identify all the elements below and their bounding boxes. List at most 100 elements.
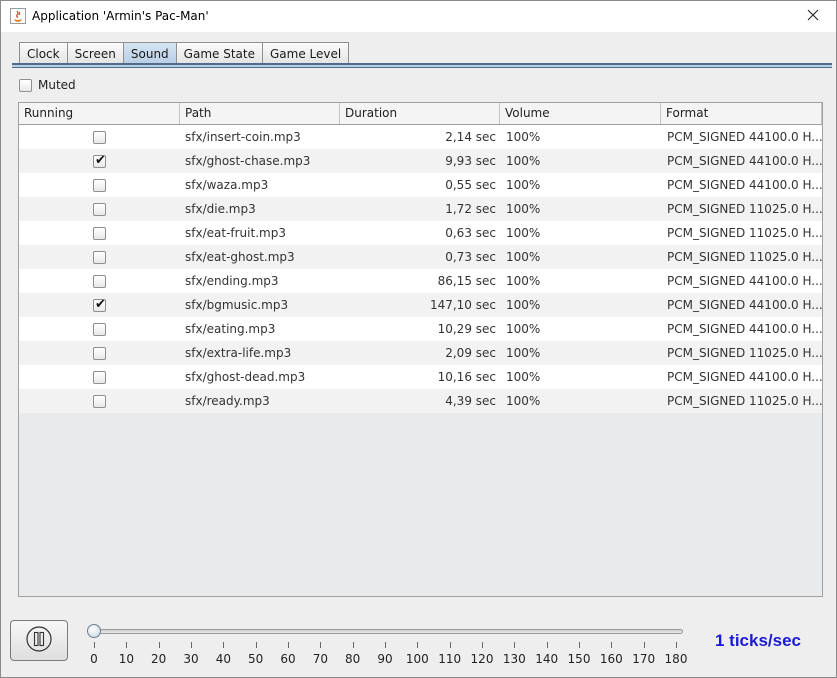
path-cell: sfx/die.mp3	[185, 202, 256, 216]
volume-cell: 100%	[506, 322, 541, 336]
running-cell	[19, 389, 180, 413]
duration-cell: 147,10 sec	[429, 298, 496, 312]
table-row[interactable]: sfx/extra-life.mp3 2,09 sec 100% PCM_SIGNED…	[19, 341, 822, 365]
tab-game-level[interactable]: Game Level	[261, 42, 350, 64]
table-header: Running Path Duration Volume Format	[19, 103, 822, 125]
slider-tick	[94, 642, 95, 648]
format-cell: PCM_SIGNED 44100.0 H...	[667, 370, 822, 384]
running-cell	[19, 341, 180, 365]
running-cell	[19, 173, 180, 197]
volume-cell: 100%	[506, 394, 541, 408]
path-cell: sfx/ghost-chase.mp3	[185, 154, 311, 168]
window-title: Application 'Armin's Pac-Man'	[32, 9, 209, 23]
close-icon	[807, 9, 819, 24]
java-app-icon	[10, 8, 26, 24]
running-checkbox[interactable]	[93, 130, 106, 144]
sound-table: Running Path Duration Volume Format sfx/…	[18, 102, 823, 597]
slider-tick-label: 10	[118, 652, 134, 666]
table-row[interactable]: sfx/ghost-dead.mp3 10,16 sec 100% PCM_SIGNE…	[19, 365, 822, 389]
slider-track[interactable]	[95, 629, 683, 634]
running-checkbox[interactable]	[93, 274, 106, 288]
duration-cell: 0,73 sec	[445, 250, 496, 264]
running-cell: ✔	[19, 149, 180, 173]
slider-tick-label: 130	[502, 652, 526, 666]
format-cell: PCM_SIGNED 44100.0 H...	[667, 322, 822, 336]
pause-button[interactable]	[10, 620, 68, 661]
title-bar: Application 'Armin's Pac-Man'	[1, 1, 836, 32]
muted-checkbox-row[interactable]: Muted	[19, 77, 76, 93]
path-cell: sfx/eating.mp3	[185, 322, 276, 336]
running-checkbox[interactable]	[93, 202, 106, 216]
column-header-format[interactable]: Format	[661, 103, 822, 124]
running-checkbox[interactable]	[93, 178, 106, 192]
tab-screen[interactable]: Screen	[66, 42, 124, 64]
format-cell: PCM_SIGNED 44100.0 H...	[667, 274, 822, 288]
running-checkbox[interactable]	[93, 370, 106, 384]
slider-tick	[643, 642, 645, 648]
running-checkbox[interactable]	[93, 226, 106, 240]
slider-tick-label: 50	[248, 652, 264, 666]
format-cell: PCM_SIGNED 11025.0 H...	[667, 202, 822, 216]
table-row[interactable]: sfx/eat-ghost.mp3 0,73 sec 100% PCM_SIGNED …	[19, 245, 822, 269]
table-row[interactable]: sfx/die.mp3 1,72 sec 100% PCM_SIGNED 11025.…	[19, 197, 822, 221]
duration-cell: 86,15 sec	[437, 274, 496, 288]
volume-cell: 100%	[506, 346, 541, 360]
table-row[interactable]: sfx/eat-fruit.mp3 0,63 sec 100% PCM_SIGNED …	[19, 221, 822, 245]
slider-tick-label: 80	[345, 652, 361, 666]
slider-tick-label: 70	[312, 652, 328, 666]
column-header-duration[interactable]: Duration	[340, 103, 500, 124]
column-header-path[interactable]: Path	[180, 103, 340, 124]
table-row[interactable]: ✔ sfx/ghost-chase.mp3 9,93 sec 100% PCM_SIGN…	[19, 149, 822, 173]
table-row[interactable]: sfx/eating.mp3 10,29 sec 100% PCM_SIGNED 44…	[19, 317, 822, 341]
pause-icon	[25, 625, 53, 656]
slider-tick-label: 40	[215, 652, 231, 666]
table-row[interactable]: sfx/waza.mp3 0,55 sec 100% PCM_SIGNED 44100…	[19, 173, 822, 197]
slider-tick	[449, 642, 451, 648]
running-cell	[19, 197, 180, 221]
volume-cell: 100%	[506, 370, 541, 384]
running-checkbox[interactable]: ✔	[93, 297, 106, 312]
tab-sound[interactable]: Sound	[122, 42, 177, 64]
running-checkbox[interactable]: ✔	[93, 152, 106, 168]
table-row[interactable]: sfx/ready.mp3 4,39 sec 100% PCM_SIGNED 1102…	[19, 389, 822, 413]
tab-clock[interactable]: Clock	[19, 42, 68, 64]
muted-checkbox[interactable]	[19, 78, 32, 92]
speed-slider[interactable]: 0 10 20 30 40 50 60 70 80 90 100 110 120 130 140 150 160…	[85, 620, 695, 670]
column-header-volume[interactable]: Volume	[500, 103, 661, 124]
slider-tick	[255, 642, 257, 648]
tab-game-state[interactable]: Game State	[175, 42, 263, 64]
slider-tick-label: 100	[405, 652, 429, 666]
slider-tick-label: 20	[151, 652, 167, 666]
duration-cell: 0,55 sec	[445, 178, 496, 192]
table-row[interactable]: sfx/ending.mp3 86,15 sec 100% PCM_SIGNED 44…	[19, 269, 822, 293]
format-cell: PCM_SIGNED 11025.0 H...	[667, 226, 822, 240]
slider-tick-label: 120	[470, 652, 494, 666]
slider-tick	[191, 642, 192, 648]
running-cell	[19, 221, 180, 245]
running-checkbox[interactable]	[93, 322, 106, 336]
column-header-running[interactable]: Running	[19, 103, 180, 124]
path-cell: sfx/insert-coin.mp3	[185, 130, 301, 144]
volume-cell: 100%	[506, 298, 541, 312]
format-cell: PCM_SIGNED 11025.0 H...	[667, 394, 822, 408]
close-button[interactable]	[790, 1, 836, 32]
table-row[interactable]: sfx/insert-coin.mp3 2,14 sec 100% PCM_SIGNE…	[19, 125, 822, 149]
running-checkbox[interactable]	[93, 250, 106, 264]
checkmark-icon: ✔	[95, 152, 106, 168]
tab-content-border	[12, 63, 832, 68]
slider-tick	[126, 642, 128, 648]
volume-cell: 100%	[506, 130, 541, 144]
table-row[interactable]: ✔ sfx/bgmusic.mp3 147,10 sec 100% PCM_SIGNED…	[19, 293, 822, 317]
duration-cell: 10,29 sec	[437, 322, 496, 336]
slider-tick	[611, 642, 613, 648]
duration-cell: 10,16 sec	[437, 370, 496, 384]
running-checkbox[interactable]	[93, 394, 106, 408]
slider-thumb[interactable]	[87, 624, 101, 638]
slider-tick-label: 60	[280, 652, 296, 666]
running-cell	[19, 245, 180, 269]
running-checkbox[interactable]	[93, 346, 106, 360]
path-cell: sfx/ready.mp3	[185, 394, 270, 408]
main-panel: Clock Screen Sound Game State Game Level Mut…	[1, 32, 836, 677]
slider-tick	[482, 642, 483, 648]
duration-cell: 2,09 sec	[445, 346, 496, 360]
